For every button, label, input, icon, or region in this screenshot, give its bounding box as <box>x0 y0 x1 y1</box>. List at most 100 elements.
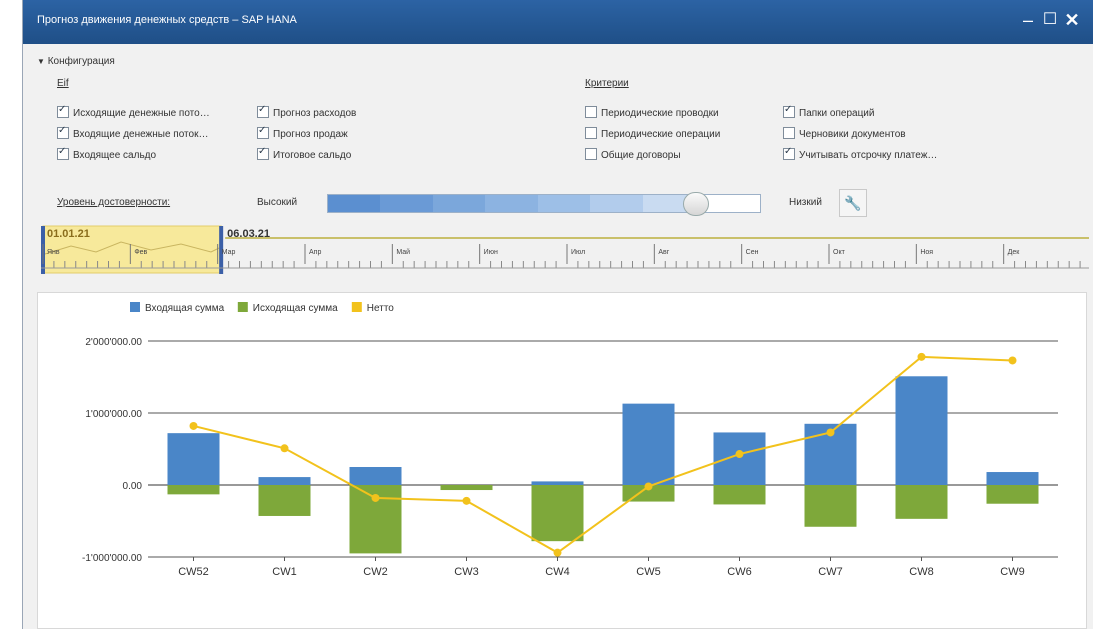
bar-incoming <box>713 432 766 485</box>
forecast-window: Прогноз движения денежных средств – SAP … <box>22 0 1093 629</box>
bar-outgoing <box>531 485 584 542</box>
checkbox-checked[interactable] <box>783 104 795 118</box>
x-tick-label: CW4 <box>545 566 569 578</box>
checkbox-checked[interactable] <box>57 146 69 160</box>
checkbox-label: Периодические операции <box>601 129 721 140</box>
checkbox-row[interactable]: Прогноз продаж <box>257 125 348 140</box>
bar-incoming <box>622 403 675 485</box>
checkbox-row[interactable]: Периодические проводки <box>585 106 719 119</box>
bar-incoming <box>986 472 1039 485</box>
bar-outgoing <box>440 485 493 491</box>
timeline-month-label: Фев <box>134 249 147 256</box>
checkbox-checked[interactable] <box>257 146 269 160</box>
y-tick-label: 1'000'000.00 <box>85 409 142 420</box>
legend-label: Входящая сумма <box>145 303 225 314</box>
title-bar[interactable]: Прогноз движения денежных средств – SAP … <box>23 0 1093 44</box>
net-point <box>371 493 380 502</box>
net-point <box>280 444 289 453</box>
reliability-level-label[interactable]: Уровень достоверности: <box>57 197 170 208</box>
timeline-month-label: Дек <box>1008 249 1021 256</box>
x-tick-label: CW52 <box>178 566 209 578</box>
criteria-label[interactable]: Критерии <box>585 78 629 89</box>
bar-outgoing <box>895 485 948 519</box>
checkbox-checked[interactable] <box>783 146 795 160</box>
legend-label: Исходящая сумма <box>253 303 338 314</box>
net-point <box>189 421 198 430</box>
bar-outgoing <box>713 485 766 505</box>
maximize-button[interactable]: ☐ <box>1041 8 1059 32</box>
y-tick-label: 2'000'000.00 <box>85 337 142 348</box>
timeline-month-label: Окт <box>833 249 846 256</box>
timeline-month-label: Июл <box>571 249 585 256</box>
checkbox-unchecked[interactable] <box>585 106 597 118</box>
slider-fill-segment <box>590 195 643 212</box>
net-point <box>462 496 471 505</box>
checkbox-row[interactable]: Прогноз расходов <box>257 104 356 119</box>
slider-fill-segment <box>380 195 433 212</box>
checkbox-checked[interactable] <box>257 125 269 139</box>
collapse-triangle-icon: ▼ <box>37 57 45 66</box>
checkbox-row[interactable]: Итоговое сальдо <box>257 146 351 161</box>
checkbox-checked[interactable] <box>257 104 269 118</box>
reliability-low-label: Низкий <box>789 197 822 208</box>
checkbox-label: Общие договоры <box>601 150 681 161</box>
timeline-month-label: Янв <box>47 249 60 256</box>
bar-incoming <box>349 467 402 485</box>
slider-fill-segment <box>485 195 538 212</box>
bar-outgoing <box>258 485 311 516</box>
group-left-label[interactable]: Eif <box>57 78 69 89</box>
cash-flow-chart: Входящая сумма Исходящая сумма Нетто 2'000'… <box>82 302 1058 578</box>
x-tick-label: CW2 <box>363 566 387 578</box>
net-point <box>826 428 835 437</box>
configuration-header: Конфигурация <box>47 56 115 67</box>
checkbox-row[interactable]: Входящее сальдо <box>57 146 156 161</box>
checkbox-row[interactable]: Входящие денежные поток… <box>57 125 208 140</box>
checkbox-checked[interactable] <box>57 104 69 118</box>
bar-outgoing <box>167 485 220 495</box>
window-title: Прогноз движения денежных средств – SAP … <box>37 14 297 26</box>
reliability-high-label: Высокий <box>257 197 298 208</box>
checkbox-label: Черновики документов <box>799 129 906 140</box>
checkbox-row[interactable]: Исходящие денежные пото… <box>57 104 210 119</box>
timeline-month-label: Май <box>396 248 410 256</box>
legend-label: Нетто <box>367 303 394 314</box>
checkbox-unchecked[interactable] <box>585 127 597 139</box>
net-point <box>553 548 562 557</box>
x-tick-label: CW5 <box>636 566 660 578</box>
minimize-button[interactable]: – <box>1019 8 1037 32</box>
checkbox-label: Прогноз продаж <box>273 129 348 140</box>
checkbox-row[interactable]: Периодические операции <box>585 127 720 140</box>
configuration-panel: ▼ Конфигурация Eif Критерии Исходящие де… <box>37 52 1085 232</box>
timeline-month-label: Авг <box>658 249 669 256</box>
timeline-month-label: Июн <box>484 249 498 256</box>
close-button[interactable]: ✕ <box>1063 8 1081 32</box>
net-point <box>644 482 653 491</box>
checkbox-row[interactable]: Общие договоры <box>585 148 681 161</box>
bar-incoming <box>258 477 311 485</box>
legend-swatch <box>237 302 248 312</box>
timeline-month-label: Апр <box>309 249 321 256</box>
reliability-slider[interactable] <box>327 192 761 216</box>
y-tick-label: 0.00 <box>123 481 143 492</box>
checkbox-unchecked[interactable] <box>585 148 597 160</box>
bar-outgoing <box>986 485 1039 504</box>
bar-incoming <box>167 433 220 485</box>
legend-swatch <box>130 302 140 312</box>
checkbox-checked[interactable] <box>57 125 69 139</box>
checkbox-label: Папки операций <box>799 108 875 119</box>
checkbox-row[interactable]: Учитывать отсрочку платеж… <box>783 146 937 161</box>
net-line <box>193 355 1013 554</box>
checkbox-label: Периодические проводки <box>601 108 719 119</box>
slider-thumb[interactable] <box>683 192 710 216</box>
checkbox-row[interactable]: Черновики документов <box>783 127 906 140</box>
timeline-strip[interactable]: 01.01.21 06.03.21 Янв Фев Мар Апр Май Июн Июл Авг… <box>41 224 1089 279</box>
configuration-toggle[interactable]: ▼ Конфигурация <box>37 56 115 67</box>
checkbox-row[interactable]: Папки операций <box>783 104 875 119</box>
timeline-month-label: Мар <box>222 249 236 256</box>
slider-fill-segment <box>432 195 486 212</box>
legend-swatch <box>351 302 362 312</box>
checkbox-unchecked[interactable] <box>783 127 795 139</box>
timeline-month-label: Сен <box>746 249 759 256</box>
wrench-icon[interactable]: 🔧 <box>839 189 867 217</box>
x-tick-label: CW3 <box>454 566 478 578</box>
